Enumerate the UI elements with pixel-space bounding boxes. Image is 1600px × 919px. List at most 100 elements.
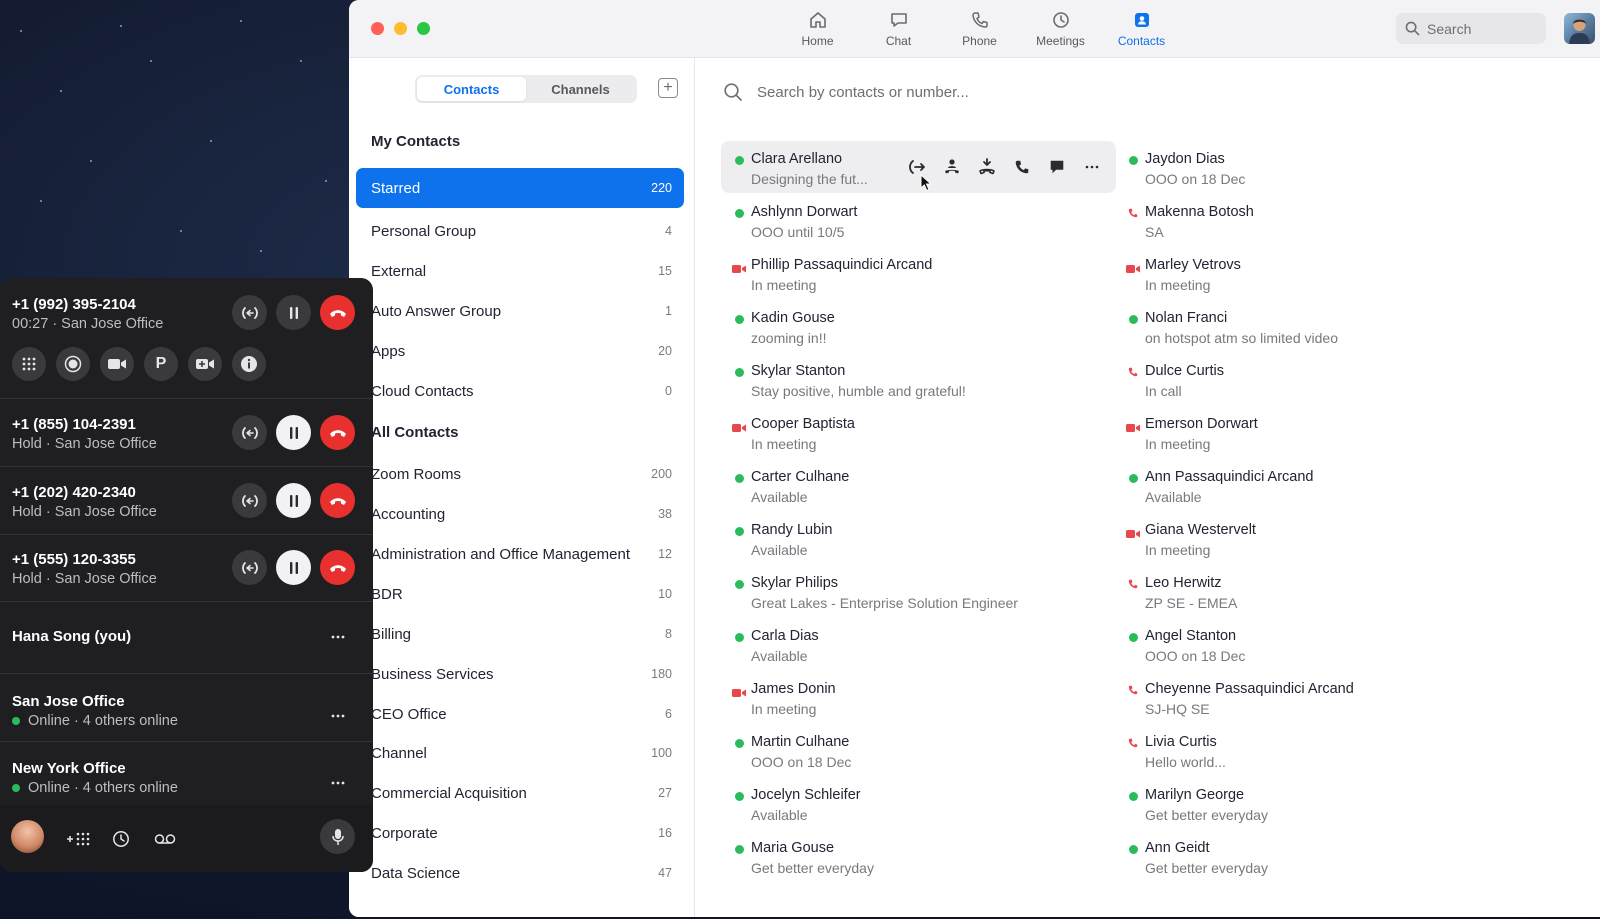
held-hangup-button[interactable] (320, 415, 355, 450)
held-hangup-button[interactable] (320, 550, 355, 585)
park-button[interactable]: P (144, 347, 178, 381)
group-item[interactable]: Accounting 38 (356, 494, 684, 534)
voicemail-button[interactable] (151, 825, 179, 853)
contact-item[interactable]: Ann Passaquindici Arcand Available (1120, 469, 1500, 515)
minimize-window-button[interactable] (394, 22, 407, 35)
contact-item[interactable]: Martin Culhane OOO on 18 Dec (726, 734, 1106, 780)
call-contact-button[interactable] (1004, 151, 1039, 183)
held-transfer-button[interactable] (232, 415, 267, 450)
elevate-to-meeting-button[interactable] (188, 347, 222, 381)
contact-item[interactable]: Marley Vetrovs In meeting (1120, 257, 1500, 303)
group-item[interactable]: Billing 8 (356, 614, 684, 654)
group-item[interactable]: Data Science 47 (356, 853, 684, 893)
group-item[interactable]: Zoom Rooms 200 (356, 454, 684, 494)
group-item[interactable]: Apps 20 (356, 331, 684, 371)
group-label: Cloud Contacts (371, 382, 474, 400)
global-search-placeholder: Search (1427, 20, 1472, 37)
contact-item[interactable]: Dulce Curtis In call (1120, 363, 1500, 409)
active-hangup-button[interactable] (320, 295, 355, 330)
contact-item[interactable]: Carla Dias Available (726, 628, 1106, 674)
resume-button[interactable] (276, 483, 311, 518)
nav-meetings[interactable]: Meetings (1020, 8, 1101, 48)
contact-item[interactable]: Emerson Dorwart In meeting (1120, 416, 1500, 462)
contact-status: Get better everyday (1145, 807, 1268, 823)
contact-item[interactable]: Nolan Franci on hotspot atm so limited vi… (1120, 310, 1500, 356)
line-more-button[interactable] (320, 770, 356, 796)
star (90, 160, 92, 162)
message-contact-button[interactable] (1039, 151, 1074, 183)
contact-item[interactable]: Carter Culhane Available (726, 469, 1106, 515)
in-meeting-icon (732, 420, 746, 438)
nav-chat[interactable]: Chat (858, 8, 939, 48)
add-contact-button[interactable]: + (658, 78, 678, 98)
held-transfer-button[interactable] (232, 483, 267, 518)
contact-item[interactable]: Giana Westervelt In meeting (1120, 522, 1500, 568)
contact-item[interactable]: Livia Curtis Hello world... (1120, 734, 1500, 780)
active-hold-button[interactable] (276, 295, 311, 330)
contact-item[interactable]: Phillip Passaquindici Arcand In meeting (726, 257, 1106, 303)
resume-button[interactable] (276, 550, 311, 585)
nav-home[interactable]: Home (777, 8, 858, 48)
group-item[interactable]: BDR 10 (356, 574, 684, 614)
tab-channels[interactable]: Channels (526, 77, 635, 101)
conference-button[interactable] (969, 151, 1004, 183)
record-button[interactable] (56, 347, 90, 381)
contact-item[interactable]: Randy Lubin Available (726, 522, 1106, 568)
contact-item[interactable]: Jaydon Dias OOO on 18 Dec (1120, 151, 1500, 197)
contact-item[interactable]: Maria Gouse Get better everyday (726, 840, 1106, 886)
group-item[interactable]: Business Services 180 (356, 654, 684, 694)
contact-item[interactable]: Ann Geidt Get better everyday (1120, 840, 1500, 886)
in-meeting-icon (732, 261, 746, 279)
contact-item[interactable]: Angel Stanton OOO on 18 Dec (1120, 628, 1500, 674)
contact-name: Angel Stanton (1145, 628, 1237, 644)
held-call-number: +1 (202) 420-2340 (12, 484, 136, 501)
contact-item[interactable]: Makenna Botosh SA (1120, 204, 1500, 250)
keypad-button[interactable] (12, 347, 46, 381)
held-transfer-button[interactable] (232, 550, 267, 585)
contact-item[interactable]: Ashlynn Dorwart OOO until 10/5 (726, 204, 1106, 250)
close-window-button[interactable] (371, 22, 384, 35)
group-item[interactable]: CEO Office 6 (356, 694, 684, 734)
maximize-window-button[interactable] (417, 22, 430, 35)
profile-avatar[interactable] (1564, 13, 1595, 44)
contact-item[interactable]: Leo Herwitz ZP SE - EMEA (1120, 575, 1500, 621)
contact-item[interactable]: James Donin In meeting (726, 681, 1106, 727)
active-transfer-button[interactable] (232, 295, 267, 330)
add-call-button[interactable] (64, 825, 92, 853)
group-item[interactable]: Corporate 16 (356, 813, 684, 853)
line-more-button[interactable] (320, 624, 356, 650)
group-item[interactable]: Auto Answer Group 1 (356, 291, 684, 331)
more-options-button[interactable] (1074, 151, 1109, 183)
resume-button[interactable] (276, 415, 311, 450)
contact-item[interactable]: Skylar Philips Great Lakes - Enterprise S… (726, 575, 1106, 621)
contact-item[interactable]: Cheyenne Passaquindici Arcand SJ-HQ SE (1120, 681, 1500, 727)
global-search-field[interactable]: Search (1396, 13, 1546, 44)
group-item[interactable]: Administration and Office Management 12 (356, 534, 684, 574)
microphone-button[interactable] (320, 819, 355, 854)
contact-item[interactable]: Marilyn George Get better everyday (1120, 787, 1500, 833)
group-item[interactable]: Personal Group 4 (356, 211, 684, 251)
group-item[interactable]: Commercial Acquisition 27 (356, 773, 684, 813)
contact-item[interactable]: Jocelyn Schleifer Available (726, 787, 1106, 833)
contact-name: Dulce Curtis (1145, 363, 1224, 379)
my-avatar[interactable] (11, 820, 44, 853)
nav-contacts[interactable]: Contacts (1101, 8, 1182, 48)
contacts-search-field[interactable]: Search by contacts or number... (723, 82, 969, 102)
in-meeting-icon (732, 685, 746, 703)
contact-status: Available (751, 807, 808, 823)
nav-phone[interactable]: Phone (939, 8, 1020, 48)
contact-item[interactable]: Kadin Gouse zooming in!! (726, 310, 1106, 356)
group-item[interactable]: Starred 220 (356, 168, 684, 208)
contact-item[interactable]: Cooper Baptista In meeting (726, 416, 1106, 462)
line-more-button[interactable] (320, 703, 356, 729)
video-button[interactable] (100, 347, 134, 381)
group-item[interactable]: Cloud Contacts 0 (356, 371, 684, 411)
contact-item[interactable]: Skylar Stanton Stay positive, humble and … (726, 363, 1106, 409)
warm-transfer-button[interactable] (934, 151, 969, 183)
call-info-button[interactable] (232, 347, 266, 381)
group-item[interactable]: External 15 (356, 251, 684, 291)
held-hangup-button[interactable] (320, 483, 355, 518)
group-item[interactable]: Channel 100 (356, 733, 684, 773)
tab-contacts[interactable]: Contacts (417, 77, 526, 101)
call-history-button[interactable] (107, 825, 135, 853)
